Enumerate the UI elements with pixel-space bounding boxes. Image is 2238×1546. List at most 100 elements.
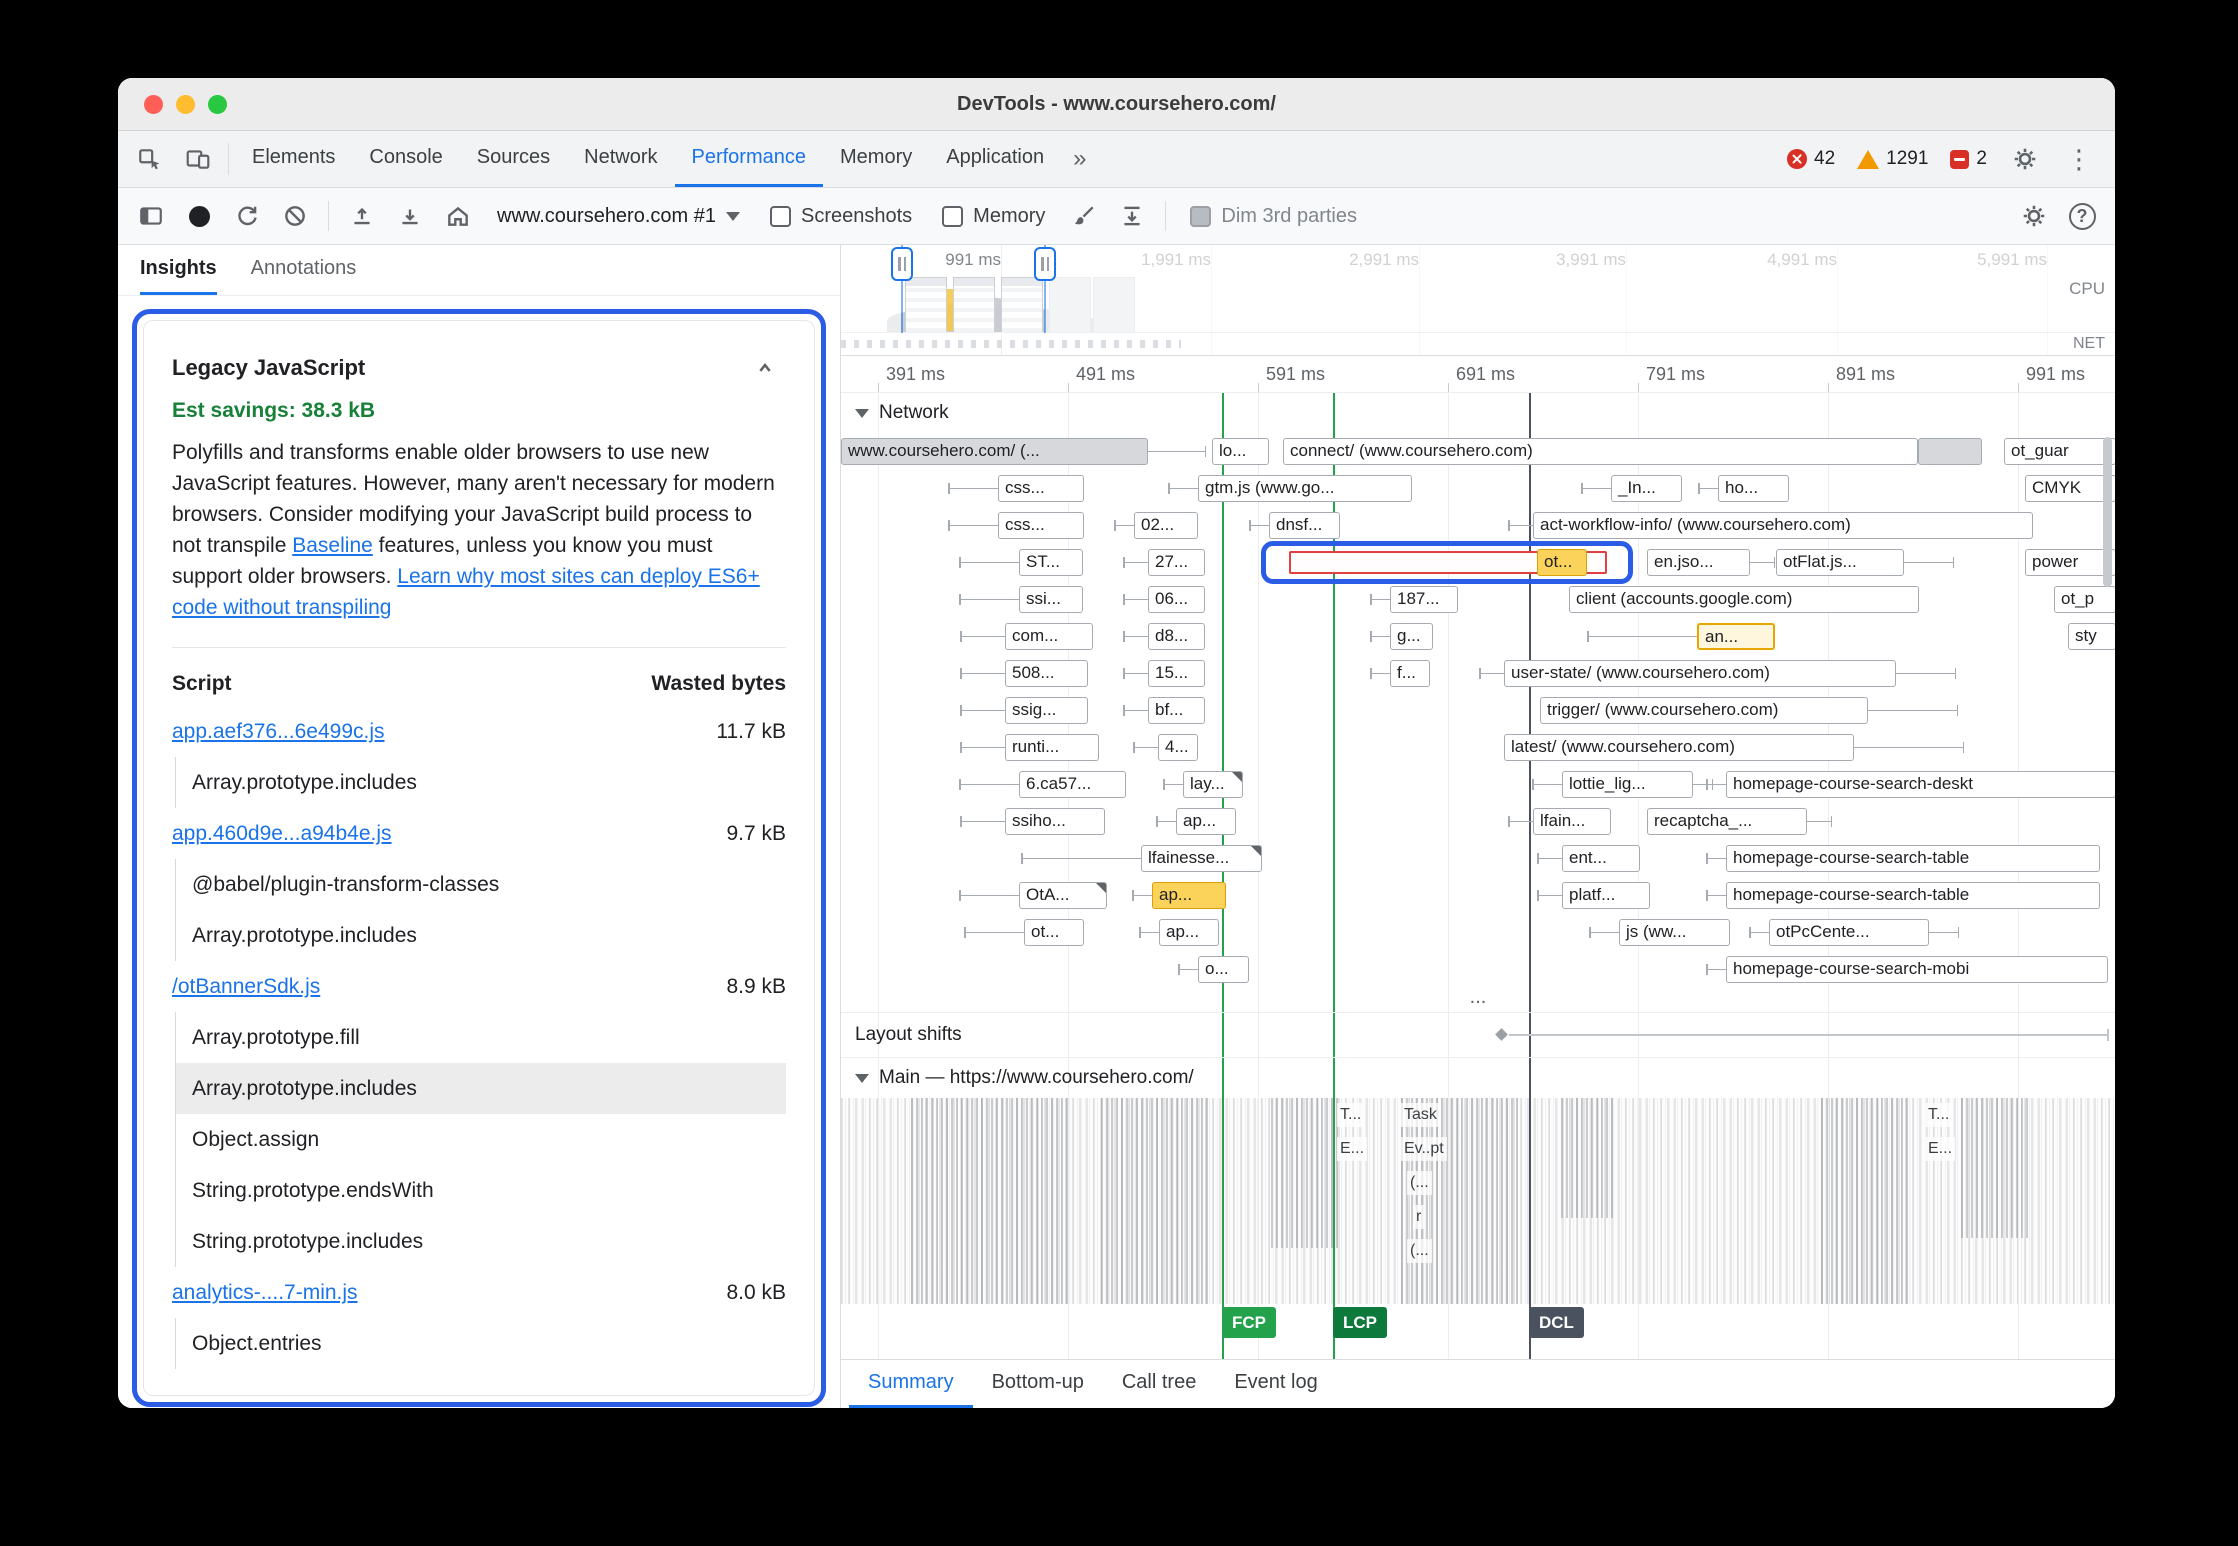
- script-link[interactable]: app.460d9e...a94b4e.js: [172, 822, 392, 846]
- network-request[interactable]: 187...: [1390, 586, 1458, 613]
- issue-count-badge[interactable]: 2: [1942, 148, 1995, 170]
- kebab-menu-icon[interactable]: ⋮: [2055, 144, 2103, 175]
- layout-shifts-track[interactable]: Layout shifts: [841, 1012, 2115, 1057]
- network-request[interactable]: ho...: [1718, 475, 1789, 502]
- network-request[interactable]: homepage-course-search-table: [1726, 845, 2100, 872]
- minimize-button[interactable]: [176, 95, 195, 114]
- legacy-javascript-insight-card[interactable]: Legacy JavaScript Est savings: 38.3 kB P…: [143, 320, 815, 1396]
- network-request[interactable]: power: [2025, 549, 2115, 576]
- network-request[interactable]: act-workflow-info/ (www.coursehero.com): [1533, 512, 2033, 539]
- sidebar-tab-annotations[interactable]: Annotations: [251, 245, 357, 295]
- paint-flash-button[interactable]: [1061, 193, 1107, 239]
- filmstrip-thumbnail[interactable]: [905, 277, 947, 333]
- network-request[interactable]: ot...: [1024, 919, 1084, 946]
- network-request[interactable]: lottie_lig...: [1562, 771, 1693, 798]
- network-request[interactable]: www.coursehero.com/ (...: [841, 438, 1148, 465]
- tab-network[interactable]: Network: [567, 131, 674, 187]
- close-button[interactable]: [144, 95, 163, 114]
- tab-performance[interactable]: Performance: [675, 131, 824, 187]
- collapse-insight-button[interactable]: [744, 347, 786, 389]
- network-request[interactable]: client (accounts.google.com): [1569, 586, 1919, 613]
- more-tabs-button[interactable]: »: [1061, 131, 1098, 187]
- sidebar-tab-insights[interactable]: Insights: [140, 245, 217, 295]
- bottom-tab-event-log[interactable]: Event log: [1215, 1360, 1336, 1408]
- network-request[interactable]: o...: [1198, 956, 1249, 983]
- network-request[interactable]: css...: [998, 475, 1084, 502]
- collect-garbage-button[interactable]: [1109, 193, 1155, 239]
- screenshots-checkbox[interactable]: Screenshots: [756, 205, 926, 228]
- network-request[interactable]: bf...: [1148, 697, 1205, 724]
- bottom-tab-call-tree[interactable]: Call tree: [1103, 1360, 1215, 1408]
- network-request[interactable]: homepage-course-search-table: [1726, 882, 2100, 909]
- network-request[interactable]: _In...: [1611, 475, 1682, 502]
- tab-sources[interactable]: Sources: [460, 131, 567, 187]
- insight-link[interactable]: Baseline: [292, 534, 373, 557]
- capture-settings-button[interactable]: [2011, 193, 2057, 239]
- clear-button[interactable]: [272, 193, 318, 239]
- memory-checkbox[interactable]: Memory: [928, 205, 1059, 228]
- network-request[interactable]: ent...: [1562, 845, 1640, 872]
- network-request[interactable]: 27...: [1148, 549, 1205, 576]
- network-request[interactable]: 15...: [1148, 660, 1205, 687]
- network-request[interactable]: recaptcha_...: [1647, 808, 1807, 835]
- network-request[interactable]: otPcCente...: [1769, 919, 1929, 946]
- tab-memory[interactable]: Memory: [823, 131, 929, 187]
- network-request[interactable]: runti...: [1005, 734, 1099, 761]
- network-request[interactable]: OtA...: [1019, 882, 1107, 909]
- network-request[interactable]: latest/ (www.coursehero.com): [1504, 734, 1854, 761]
- reload-and-record-button[interactable]: [224, 193, 270, 239]
- network-request[interactable]: 02...: [1134, 512, 1198, 539]
- network-request[interactable]: lfain...: [1533, 808, 1611, 835]
- network-request[interactable]: ot_guar: [2004, 438, 2115, 465]
- network-request[interactable]: CMYK: [2025, 475, 2115, 502]
- network-request[interactable]: 06...: [1148, 586, 1205, 613]
- network-request[interactable]: ST...: [1019, 549, 1083, 576]
- network-request[interactable]: css...: [998, 512, 1084, 539]
- error-count-badge[interactable]: 42: [1779, 148, 1843, 170]
- tab-elements[interactable]: Elements: [235, 131, 352, 187]
- dim-third-parties-checkbox[interactable]: Dim 3rd parties: [1176, 205, 1371, 228]
- warning-count-badge[interactable]: 1291: [1849, 148, 1936, 170]
- main-track-header[interactable]: Main — https://www.coursehero.com/: [841, 1057, 2115, 1098]
- tab-console[interactable]: Console: [352, 131, 459, 187]
- network-request[interactable]: an...: [1697, 623, 1775, 650]
- download-profile-button[interactable]: [387, 193, 433, 239]
- main-thread-flamechart[interactable]: T...TaskE...Ev..pt(...r(...T...E...: [841, 1098, 2115, 1304]
- network-request[interactable]: ssiho...: [1005, 808, 1105, 835]
- tab-application[interactable]: Application: [929, 131, 1061, 187]
- script-link[interactable]: /otBannerSdk.js: [172, 975, 320, 999]
- network-request[interactable]: gtm.js (www.go...: [1198, 475, 1412, 502]
- brush-handle[interactable]: [891, 247, 913, 281]
- record-button[interactable]: [176, 193, 222, 239]
- network-request[interactable]: g...: [1390, 623, 1433, 650]
- network-request[interactable]: otFlat.js...: [1776, 549, 1904, 576]
- network-request[interactable]: homepage-course-search-mobi: [1726, 956, 2108, 983]
- device-toolbar-button[interactable]: [174, 131, 222, 187]
- zoom-button[interactable]: [208, 95, 227, 114]
- network-request[interactable]: ap...: [1159, 919, 1219, 946]
- script-link[interactable]: analytics-....7-min.js: [172, 1281, 358, 1305]
- network-request[interactable]: ap...: [1176, 808, 1236, 835]
- home-button[interactable]: [435, 193, 481, 239]
- network-request[interactable]: lfainesse...: [1141, 845, 1262, 872]
- network-request[interactable]: dnsf...: [1269, 512, 1340, 539]
- help-button[interactable]: ?: [2059, 193, 2105, 239]
- network-request[interactable]: connect/ (www.coursehero.com): [1283, 438, 1918, 465]
- network-request[interactable]: user-state/ (www.coursehero.com): [1504, 660, 1896, 687]
- script-link[interactable]: app.aef376...6e499c.js: [172, 720, 385, 744]
- scrollbar-thumb[interactable]: [2103, 437, 2112, 587]
- network-request[interactable]: ap...: [1152, 882, 1226, 909]
- network-request[interactable]: 508...: [1005, 660, 1088, 687]
- network-request[interactable]: js (ww...: [1619, 919, 1730, 946]
- network-request[interactable]: lo...: [1212, 438, 1269, 465]
- vertical-scrollbar[interactable]: [2103, 437, 2112, 857]
- network-request[interactable]: platf...: [1562, 882, 1650, 909]
- network-track-header[interactable]: Network: [841, 393, 2115, 433]
- network-request[interactable]: ssig...: [1005, 697, 1088, 724]
- brush-handle[interactable]: [1034, 247, 1056, 281]
- filmstrip-thumbnail[interactable]: [1001, 277, 1043, 333]
- bottom-tab-summary[interactable]: Summary: [849, 1360, 973, 1408]
- network-request[interactable]: trigger/ (www.coursehero.com): [1540, 697, 1868, 724]
- profile-select[interactable]: www.coursehero.com #1: [483, 205, 754, 228]
- filmstrip-thumbnail[interactable]: [953, 277, 995, 333]
